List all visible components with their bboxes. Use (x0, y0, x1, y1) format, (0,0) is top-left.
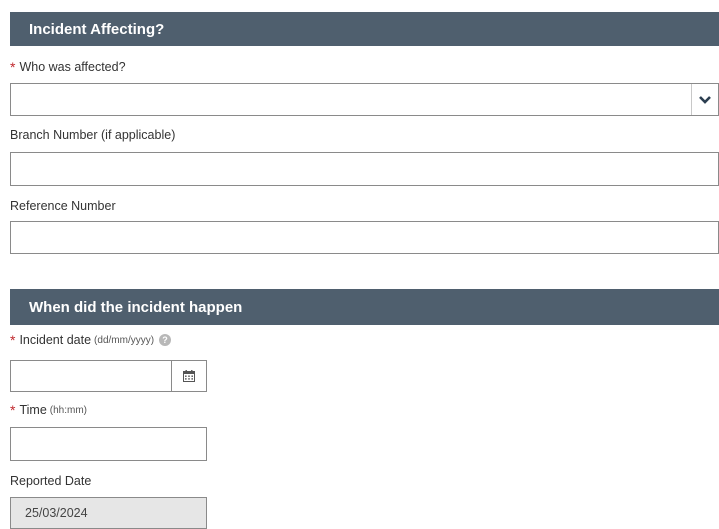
calendar-icon (183, 370, 195, 382)
time-input[interactable] (10, 427, 207, 461)
required-asterisk: * (10, 402, 16, 418)
incident-date-label-text: Incident date (19, 333, 92, 347)
incident-date-input[interactable] (10, 360, 207, 392)
branch-number-label-text: Branch Number (if applicable) (10, 128, 176, 142)
required-asterisk: * (10, 332, 16, 348)
time-label-text: Time (19, 403, 47, 417)
section-header-when-happened: When did the incident happen (10, 289, 719, 325)
reported-date-field: 25/03/2024 (10, 497, 207, 529)
incident-date-label: * Incident date (dd/mm/yyyy) ? (10, 332, 172, 348)
section-header-incident-affecting: Incident Affecting? (10, 12, 719, 46)
time-label: * Time (hh:mm) (10, 402, 87, 418)
time-format-hint: (hh:mm) (49, 404, 88, 416)
branch-number-label: Branch Number (if applicable) (10, 127, 175, 143)
chevron-down-icon[interactable] (691, 84, 718, 115)
branch-number-input[interactable] (10, 152, 719, 186)
reference-number-label: Reference Number (10, 198, 116, 214)
help-icon[interactable]: ? (159, 334, 172, 346)
required-asterisk: * (10, 59, 16, 75)
reference-number-label-text: Reference Number (10, 199, 116, 213)
reported-date-value: 25/03/2024 (25, 506, 88, 520)
who-affected-label: * Who was affected? (10, 59, 126, 75)
incident-date-format-hint: (dd/mm/yyyy) (94, 334, 155, 346)
reported-date-label-text: Reported Date (10, 474, 92, 488)
section-title: Incident Affecting? (29, 20, 165, 38)
reference-number-input[interactable] (10, 221, 719, 254)
calendar-button[interactable] (171, 361, 206, 391)
reported-date-label: Reported Date (10, 473, 91, 489)
section-title: When did the incident happen (29, 298, 243, 316)
who-affected-label-text: Who was affected? (19, 60, 126, 74)
who-affected-select[interactable] (10, 83, 719, 116)
